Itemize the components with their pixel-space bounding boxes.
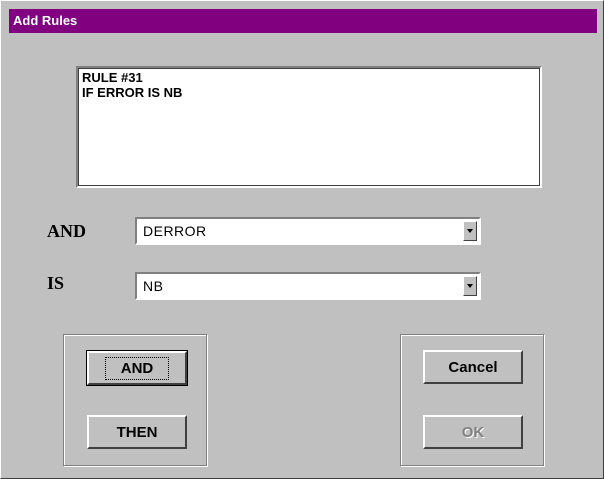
is-dropdown-button[interactable] — [463, 276, 477, 296]
cancel-button-label: Cancel — [448, 358, 498, 376]
window-title: Add Rules — [13, 13, 78, 28]
then-button[interactable]: THEN — [87, 415, 187, 449]
chevron-down-icon — [467, 229, 473, 233]
and-variable-value: DERROR — [143, 223, 207, 239]
and-dropdown-button[interactable] — [463, 221, 477, 241]
rule-condition-line: IF ERROR IS NB — [82, 85, 183, 100]
is-label: IS — [47, 273, 65, 293]
and-button[interactable]: AND — [86, 350, 188, 386]
title-bar[interactable]: Add Rules — [9, 9, 597, 33]
then-button-label: THEN — [116, 423, 158, 441]
add-rules-dialog: Add Rules RULE #31 IF ERROR IS NB AND DE… — [0, 0, 604, 479]
and-variable-select[interactable]: DERROR — [135, 217, 481, 245]
is-value-select[interactable]: NB — [135, 272, 481, 300]
and-label: AND — [47, 221, 86, 241]
rule-text-area[interactable]: RULE #31 IF ERROR IS NB — [76, 66, 542, 188]
rule-number-line: RULE #31 — [82, 70, 143, 85]
chevron-down-icon — [467, 284, 473, 288]
cancel-button[interactable]: Cancel — [423, 350, 523, 384]
ok-button[interactable]: OK — [423, 415, 523, 449]
ok-button-label: OK — [461, 423, 485, 441]
and-button-label: AND — [104, 356, 170, 380]
is-value-value: NB — [143, 278, 164, 294]
